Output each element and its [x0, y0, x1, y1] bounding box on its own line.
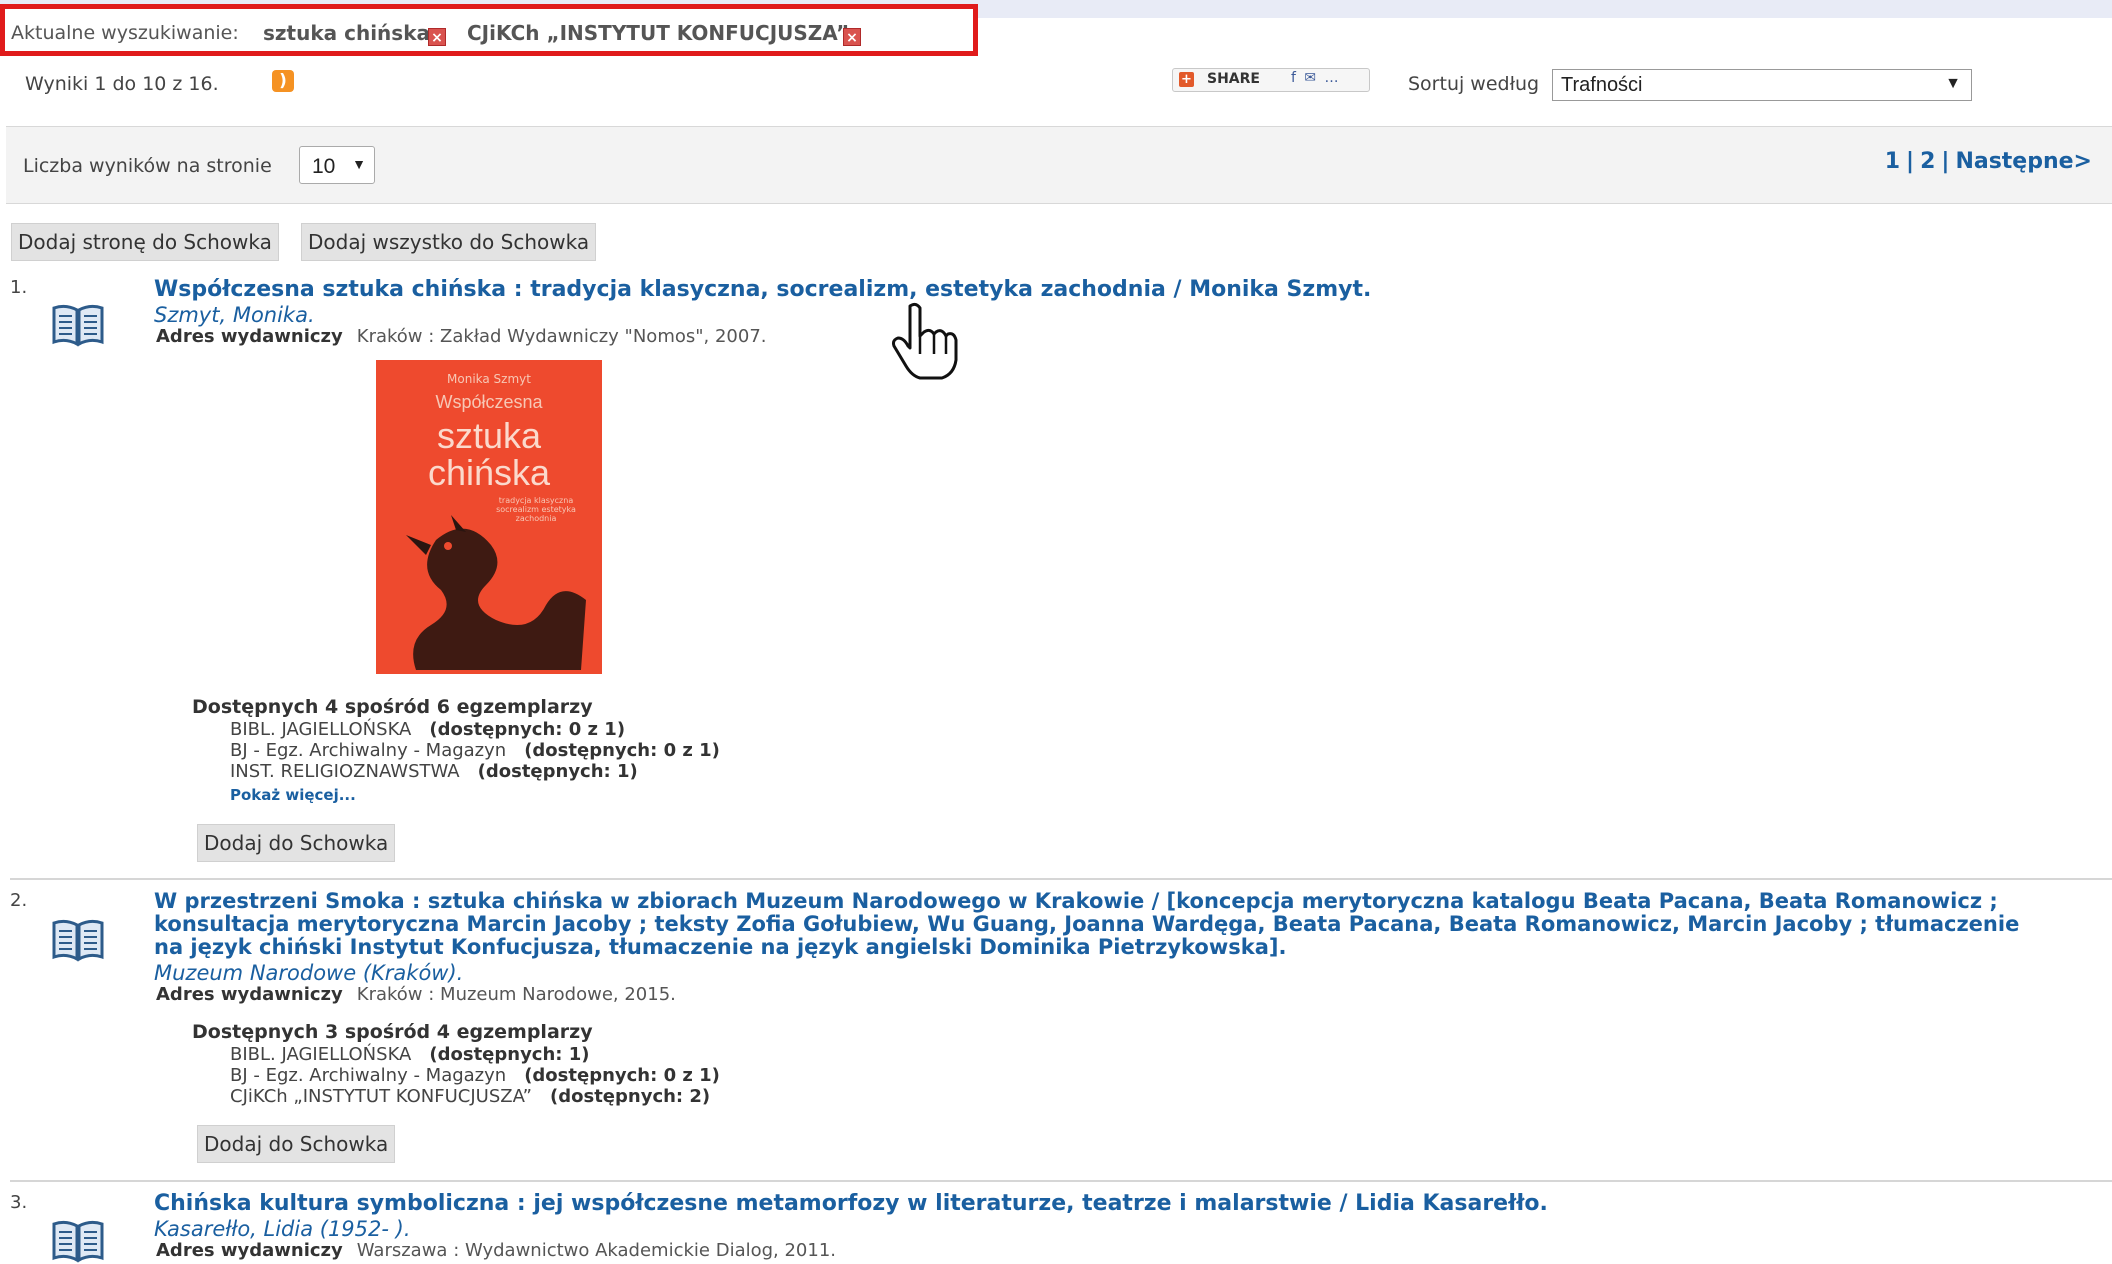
result-divider [10, 1180, 2112, 1182]
title-line: W przestrzeni Smoka : sztuka chińska w z… [154, 889, 1998, 913]
result-author-link[interactable]: Szmyt, Monika. [154, 303, 315, 327]
add-to-clipboard-button[interactable]: Dodaj do Schowka [197, 824, 396, 862]
cover-title-line: sztuka [436, 415, 542, 456]
holding-row: BJ - Egz. Archiwalny - Magazyn (dostępnyc… [230, 740, 720, 761]
per-page-label: Liczba wyników na stronie [23, 155, 272, 177]
sort-select[interactable]: Trafności ▼ [1552, 69, 1972, 101]
results-count: Wyniki 1 do 10 z 16. [25, 73, 219, 95]
results-toolbar: Liczba wyników na stronie 10 ▼ 1 | 2 | Nastę… [6, 126, 2112, 204]
remove-term-1-icon[interactable]: × [428, 28, 446, 46]
book-icon [52, 304, 104, 347]
book-icon [52, 919, 104, 962]
book-cover[interactable]: Monika Szmyt Współczesna sztuka chińska … [376, 360, 602, 674]
show-more-link[interactable]: Pokaż więcej... [230, 786, 356, 804]
holding-location: BJ - Egz. Archiwalny - Magazyn [230, 1065, 507, 1086]
availability-summary: Dostępnych 4 spośród 6 egzemplarzy [192, 696, 593, 718]
page-link-2[interactable]: 2 [1920, 149, 1935, 174]
title-line: na język chiński Instytut Konfucjusza, t… [154, 935, 1287, 959]
publisher-value: Kraków : Muzeum Narodowe, 2015. [356, 984, 676, 1005]
dragon-illustration [406, 515, 586, 670]
holding-row: CJiKCh „INSTYTUT KONFUCJUSZA” (dostępnych… [230, 1086, 710, 1107]
pagination: 1 | 2 | Następne> [1885, 149, 2092, 174]
publisher-info: Adres wydawniczy Kraków : Muzeum Narodowe… [156, 984, 676, 1005]
publisher-label: Adres wydawniczy [156, 984, 343, 1005]
holding-location: BIBL. JAGIELLOŃSKA [230, 719, 412, 740]
cover-title-line: Współczesna [435, 392, 543, 412]
holding-status: (dostępnych: 1) [429, 1044, 590, 1065]
hand-cursor-icon [892, 302, 958, 380]
share-plus-icon: + [1179, 72, 1194, 87]
remove-term-2-icon[interactable]: × [843, 28, 861, 46]
add-all-to-clipboard-button[interactable]: Dodaj wszystko do Schowka [301, 223, 597, 261]
result-number: 3. [10, 1192, 28, 1213]
sort-label: Sortuj według [1408, 73, 1540, 95]
result-title-link[interactable]: W przestrzeni Smoka : sztuka chińska w z… [154, 890, 2019, 959]
holding-row: BIBL. JAGIELLOŃSKA (dostępnych: 0 z 1) [230, 719, 625, 740]
chevron-down-icon: ▼ [1945, 75, 1961, 92]
chevron-down-icon: ▼ [352, 156, 366, 172]
per-page-value: 10 [312, 155, 336, 178]
sort-value: Trafności [1561, 74, 1643, 96]
page-link-1[interactable]: 1 [1885, 149, 1900, 174]
holding-row: BIBL. JAGIELLOŃSKA (dostępnych: 1) [230, 1044, 590, 1065]
pager-separator: | [1941, 149, 1950, 174]
cover-author: Monika Szmyt [447, 372, 531, 386]
social-icons: f ✉ … [1291, 70, 1341, 86]
result-author-link[interactable]: Kasarełło, Lidia (1952- ). [154, 1217, 411, 1241]
book-icon [52, 1220, 104, 1263]
result-title-link[interactable]: Chińska kultura symboliczna : jej współc… [154, 1192, 1548, 1215]
per-page-select[interactable]: 10 ▼ [299, 146, 375, 184]
result-number: 1. [10, 277, 28, 298]
pager-separator: | [1906, 149, 1915, 174]
publisher-info: Adres wydawniczy Kraków : Zakład Wydawnic… [156, 326, 767, 347]
holding-status: (dostępnych: 2) [550, 1086, 711, 1107]
publisher-value: Kraków : Zakład Wydawniczy "Nomos", 2007… [356, 326, 767, 347]
search-term-1: sztuka chińska [263, 21, 430, 45]
holding-location: INST. RELIGIOZNAWSTWA [230, 761, 460, 782]
rss-icon[interactable]: ) [272, 70, 294, 92]
publisher-label: Adres wydawniczy [156, 326, 343, 347]
title-line: konsultacja merytoryczna Marcin Jacoby ;… [154, 912, 2020, 936]
add-page-to-clipboard-button[interactable]: Dodaj stronę do Schowka [11, 223, 279, 261]
current-search-label: Aktualne wyszukiwanie: [11, 22, 239, 44]
availability-summary: Dostępnych 3 spośród 4 egzemplarzy [192, 1021, 593, 1043]
holding-location: BIBL. JAGIELLOŃSKA [230, 1044, 412, 1065]
result-author-link[interactable]: Muzeum Narodowe (Kraków). [154, 961, 463, 985]
result-divider [10, 878, 2112, 880]
holding-location: BJ - Egz. Archiwalny - Magazyn [230, 740, 507, 761]
add-to-clipboard-button[interactable]: Dodaj do Schowka [197, 1125, 396, 1163]
search-term-2: CJiKCh „INSTYTUT KONFUCJUSZA” [467, 21, 850, 45]
holding-status: (dostępnych: 0 z 1) [524, 1065, 720, 1086]
current-search-box: Aktualne wyszukiwanie: sztuka chińska × … [0, 4, 978, 56]
holding-location: CJiKCh „INSTYTUT KONFUCJUSZA” [230, 1086, 533, 1107]
share-button[interactable]: + SHARE f ✉ … [1172, 68, 1370, 92]
result-number: 2. [10, 890, 28, 911]
holding-status: (dostępnych: 0 z 1) [524, 740, 720, 761]
next-page-link[interactable]: Następne> [1955, 149, 2092, 174]
holding-row: BJ - Egz. Archiwalny - Magazyn (dostępnyc… [230, 1065, 720, 1086]
holding-status: (dostępnych: 0 z 1) [429, 719, 626, 740]
holding-row: INST. RELIGIOZNAWSTWA (dostępnych: 1) [230, 761, 638, 782]
holding-status: (dostępnych: 1) [477, 761, 638, 782]
cover-title-line: chińska [427, 452, 551, 493]
share-label: SHARE [1207, 71, 1260, 87]
result-title-link[interactable]: Współczesna sztuka chińska : tradycja kl… [154, 278, 1371, 301]
